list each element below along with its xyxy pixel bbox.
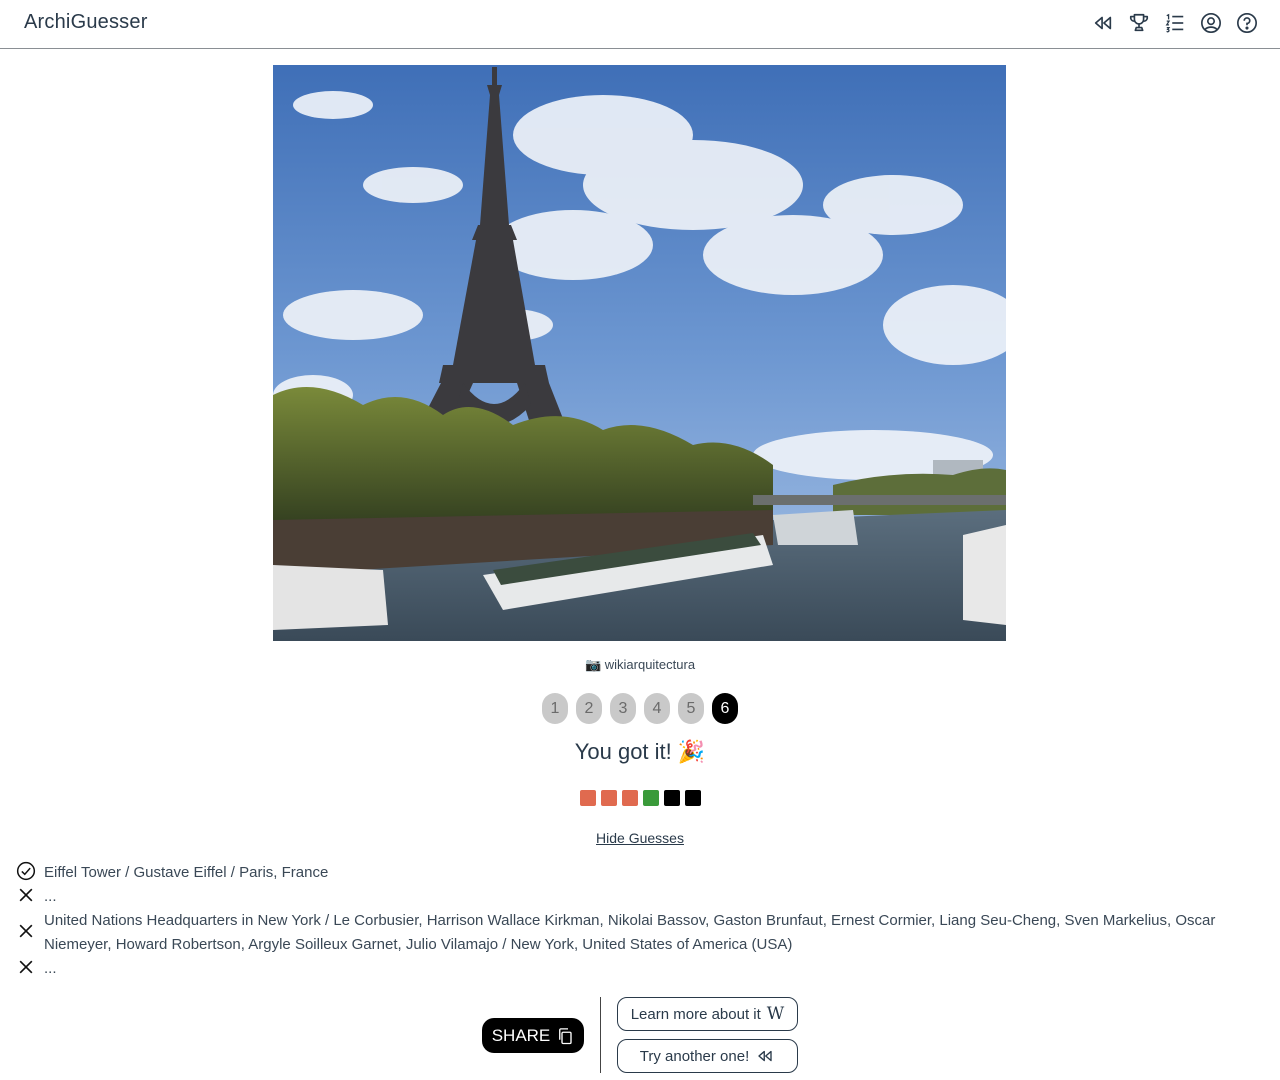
page-button-3[interactable]: 3	[610, 693, 636, 724]
numbered-list-icon[interactable]	[1164, 12, 1186, 34]
trophy-icon[interactable]	[1128, 12, 1150, 34]
try-another-button[interactable]: Try another one!	[617, 1039, 798, 1073]
guess-text: Eiffel Tower / Gustave Eiffel / Paris, F…	[44, 864, 329, 881]
page-button-1[interactable]: 1	[542, 693, 568, 724]
photo-credit[interactable]: 📷 wikiarquitectura	[0, 657, 1280, 673]
top-bar: ArchiGuesser	[0, 0, 1280, 49]
learn-more-label: Learn more about it	[630, 1005, 761, 1023]
check-circle-icon	[16, 861, 36, 881]
building-photo	[273, 65, 1006, 641]
close-icon	[19, 924, 33, 938]
rewind-icon[interactable]	[1092, 12, 1114, 34]
attempt-squares	[0, 790, 1280, 806]
header-icons	[1092, 12, 1258, 34]
guess-text: ...	[44, 888, 57, 905]
copy-icon	[559, 1027, 572, 1044]
attempt-square	[642, 790, 659, 806]
account-icon[interactable]	[1200, 12, 1222, 34]
attempt-square	[684, 790, 701, 806]
attempt-square	[600, 790, 617, 806]
guess-text: United Nations Headquarters in New York …	[44, 912, 1216, 953]
share-button[interactable]: SHARE	[482, 1018, 584, 1053]
result-message: You got it! 🎉	[574, 739, 706, 764]
attempt-square	[621, 790, 638, 806]
help-icon[interactable]	[1236, 12, 1258, 34]
learn-more-button[interactable]: Learn more about it W	[617, 997, 798, 1031]
clue-pager: 1 2 3 4 5 6	[0, 693, 1280, 724]
actions-divider	[600, 997, 601, 1073]
guess-row-correct: Eiffel Tower / Gustave Eiffel / Paris, F…	[16, 861, 1244, 885]
close-icon	[19, 960, 33, 974]
page-button-5[interactable]: 5	[678, 693, 704, 724]
wikipedia-icon: W	[766, 1004, 785, 1024]
page-button-4[interactable]: 4	[644, 693, 670, 724]
attempt-square	[663, 790, 680, 806]
rewind-icon	[758, 1050, 772, 1062]
share-label: SHARE	[491, 1025, 551, 1045]
hide-guesses-link[interactable]: Hide Guesses	[596, 830, 684, 846]
app-title[interactable]: ArchiGuesser	[24, 11, 148, 34]
guess-row-wrong: ...	[16, 885, 1244, 909]
guess-text: ...	[44, 960, 57, 977]
page-button-2[interactable]: 2	[576, 693, 602, 724]
try-another-label: Try another one!	[639, 1047, 750, 1065]
hide-guesses-container: Hide Guesses	[0, 830, 1280, 846]
attempt-square	[579, 790, 596, 806]
close-icon	[19, 888, 33, 902]
guess-row-wrong: United Nations Headquarters in New York …	[16, 909, 1244, 957]
page-button-6[interactable]: 6	[712, 693, 738, 724]
guess-row-wrong: ...	[16, 957, 1244, 981]
